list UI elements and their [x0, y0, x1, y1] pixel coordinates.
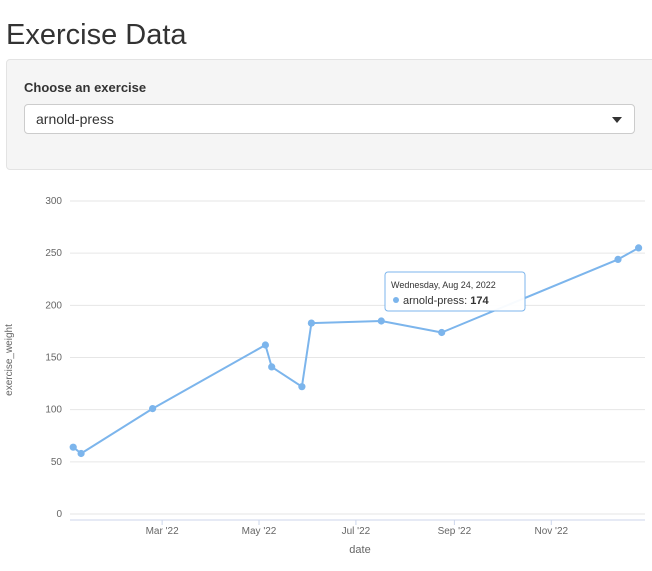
tooltip: Wednesday, Aug 24, 2022 arnold-press: 17… [384, 271, 526, 312]
data-point[interactable] [268, 363, 276, 371]
y-axis-ticks: 0 50 100 150 200 250 300 [45, 196, 62, 520]
x-tick-label: May '22 [242, 526, 277, 537]
tooltip-date: Wednesday, Aug 24, 2022 [391, 280, 496, 290]
exercise-line-chart: 0 50 100 150 200 250 300 Mar '22 May '22 Jul '22… [4, 196, 645, 556]
data-point[interactable] [77, 449, 85, 458]
y-tick-label: 150 [45, 353, 62, 364]
data-point[interactable] [261, 341, 269, 349]
tooltip-series-line: arnold-press: 174 [403, 295, 490, 307]
exercise-panel: Choose an exercise arnold-press [6, 59, 652, 170]
y-tick-label: 250 [45, 248, 62, 259]
grid-lines [70, 200, 645, 521]
exercise-select-value: arnold-press [36, 111, 114, 127]
y-tick-label: 300 [45, 196, 62, 207]
data-point[interactable] [149, 405, 157, 413]
y-tick-label: 0 [56, 509, 62, 520]
tooltip-series-marker [393, 297, 399, 303]
x-tick-label: Nov '22 [534, 526, 568, 537]
data-point[interactable] [298, 383, 306, 391]
series-arnold-press [69, 244, 643, 458]
data-point[interactable] [307, 319, 315, 327]
data-point[interactable] [377, 317, 385, 325]
exercise-select-label: Choose an exercise [24, 80, 147, 95]
data-point[interactable] [635, 244, 643, 252]
x-tick-label: Jul '22 [342, 526, 371, 537]
y-tick-label: 50 [51, 457, 63, 468]
y-tick-label: 200 [45, 300, 62, 311]
exercise-select[interactable]: arnold-press [24, 104, 635, 134]
y-tick-label: 100 [45, 405, 62, 416]
x-tick-label: Sep '22 [438, 526, 472, 537]
data-point[interactable] [69, 443, 77, 451]
tooltip-series-name: arnold-press [403, 295, 465, 307]
caret-down-icon [612, 117, 622, 123]
x-axis-label: date [349, 544, 370, 556]
series-line [72, 247, 640, 455]
page-title: Exercise Data [6, 19, 187, 51]
data-point[interactable] [614, 255, 622, 263]
tooltip-value: 174 [470, 295, 489, 307]
data-point[interactable] [438, 328, 446, 337]
x-axis-ticks: Mar '22 May '22 Jul '22 Sep '22 Nov '22 [146, 520, 569, 537]
x-tick-label: Mar '22 [146, 526, 179, 537]
y-axis-label: exercise_weight [4, 324, 15, 396]
